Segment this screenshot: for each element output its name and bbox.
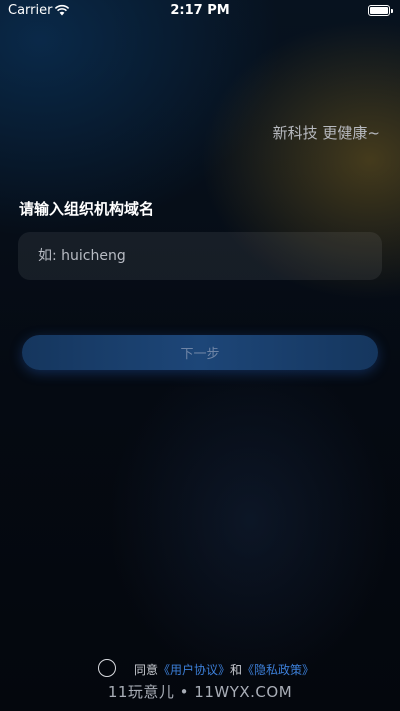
next-step-button[interactable]: 下一步: [22, 335, 378, 370]
agree-conjunction: 和: [230, 663, 243, 677]
user-agreement-link[interactable]: 《用户协议》: [158, 663, 230, 677]
domain-input[interactable]: [18, 232, 382, 280]
slogan-text: 新科技 更健康~: [272, 124, 380, 142]
clock: 2:17 PM: [170, 3, 230, 18]
agree-radio-button[interactable]: [98, 659, 116, 677]
agreement-text: 同意《用户协议》和《隐私政策》: [134, 661, 314, 678]
agree-prefix: 同意: [134, 663, 159, 677]
privacy-policy-link[interactable]: 《隐私政策》: [242, 663, 314, 677]
domain-field-label: 请输入组织机构域名: [19, 200, 155, 218]
watermark-text: 11玩意儿 • 11WYX.COM: [107, 683, 293, 701]
agreement-row: 同意《用户协议》和《隐私政策》: [0, 658, 400, 680]
status-bar: Carrier 2:17 PM: [0, 0, 400, 22]
battery-icon: [368, 5, 393, 16]
